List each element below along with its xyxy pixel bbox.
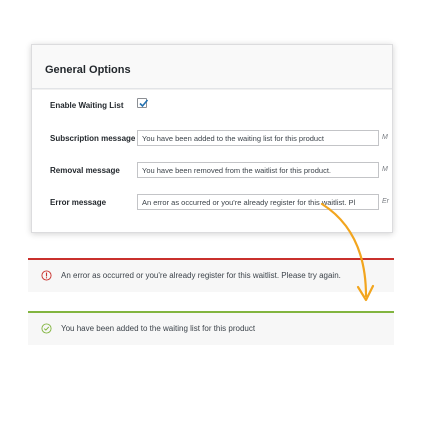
error-message-hint: Er xyxy=(382,198,389,205)
success-notice: You have been added to the waiting list … xyxy=(28,311,394,345)
subscription-message-input[interactable]: You have been added to the waiting list … xyxy=(137,130,379,146)
error-notice: An error as occurred or you're already r… xyxy=(28,258,394,292)
removal-message-input[interactable]: You have been removed from the waitlist … xyxy=(137,162,379,178)
general-options-panel: General Options Enable Waiting List Subs… xyxy=(31,44,393,233)
check-circle-icon xyxy=(41,323,52,334)
removal-message-hint: M xyxy=(382,166,388,173)
exclamation-circle-icon xyxy=(41,270,52,281)
checkmark-icon xyxy=(139,99,149,108)
enable-waiting-list-checkbox[interactable] xyxy=(137,98,149,108)
removal-message-label: Removal message xyxy=(50,166,120,175)
panel-header: General Options xyxy=(32,45,392,89)
subscription-message-hint: M xyxy=(382,134,388,141)
panel-body xyxy=(32,90,392,232)
error-message-label: Error message xyxy=(50,198,107,207)
panel-title: General Options xyxy=(45,64,131,76)
success-notice-text: You have been added to the waiting list … xyxy=(61,324,256,333)
error-message-input[interactable]: An error as occurred or you're already r… xyxy=(137,194,379,210)
subscription-message-label: Subscription message xyxy=(50,134,136,143)
error-notice-text: An error as occurred or you're already r… xyxy=(61,271,341,280)
enable-waiting-list-label: Enable Waiting List xyxy=(50,101,124,110)
